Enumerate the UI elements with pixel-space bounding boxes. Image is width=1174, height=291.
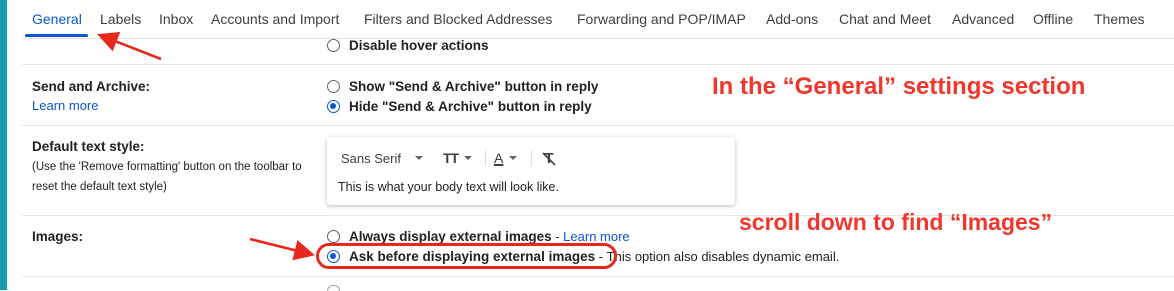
arrow-to-general-tab: [97, 31, 162, 61]
arrow-to-ask-before-option: [249, 237, 316, 261]
annotation-arrows: [97, 31, 316, 261]
